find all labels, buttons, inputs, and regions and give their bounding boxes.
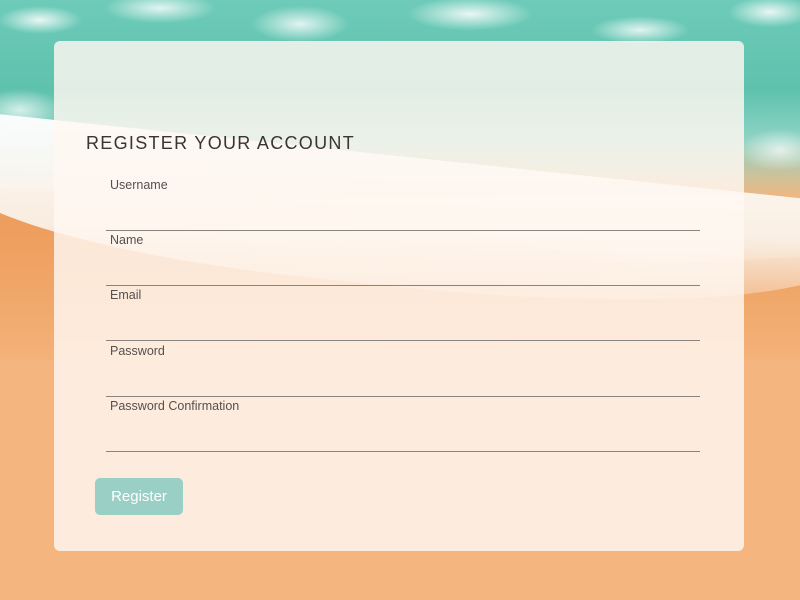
name-field: Name [106,231,700,286]
beach-background: REGISTER YOUR ACCOUNT Username Name Emai… [0,0,800,600]
register-card: REGISTER YOUR ACCOUNT Username Name Emai… [54,41,744,551]
username-label: Username [110,178,168,192]
email-label: Email [110,288,142,302]
password-confirmation-field: Password Confirmation [106,397,700,452]
form-title: REGISTER YOUR ACCOUNT [86,133,355,153]
email-input[interactable] [110,310,696,336]
email-field: Email [106,286,700,341]
password-confirmation-label: Password Confirmation [110,399,240,413]
name-label: Name [110,233,144,247]
username-input[interactable] [110,200,696,226]
password-field: Password [106,342,700,397]
password-input[interactable] [110,366,696,392]
register-button[interactable]: Register [95,478,183,515]
password-confirmation-input[interactable] [110,421,696,447]
username-field: Username [106,176,700,231]
password-label: Password [110,344,165,358]
name-input[interactable] [110,255,696,281]
